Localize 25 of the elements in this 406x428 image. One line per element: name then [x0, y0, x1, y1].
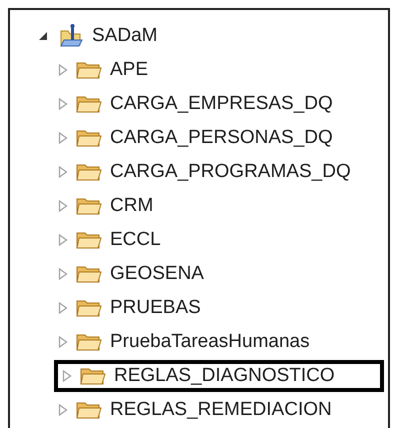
tree-item-label[interactable]: PruebaTareasHumanas	[110, 331, 310, 353]
folder-icon	[76, 196, 102, 216]
folder-icon	[76, 230, 102, 250]
folder-icon	[76, 128, 102, 148]
expand-arrow-icon[interactable]	[38, 31, 48, 41]
tree-item-label[interactable]: GEOSENA	[110, 263, 204, 285]
folder-icon	[80, 366, 106, 386]
folder-icon	[76, 162, 102, 182]
tree-item-label[interactable]: PRUEBAS	[110, 297, 201, 319]
tree-item-label[interactable]: CARGA_EMPRESAS_DQ	[110, 93, 333, 115]
folder-icon	[76, 298, 102, 318]
folder-icon	[76, 60, 102, 80]
tree-item-label[interactable]: CARGA_PERSONAS_DQ	[110, 127, 333, 149]
tree-item-label[interactable]: SADaM	[92, 25, 158, 47]
project-icon	[58, 23, 84, 49]
folder-icon	[76, 264, 102, 284]
tree-item-label[interactable]: REGLAS_REMEDIACION	[110, 399, 332, 421]
folder-icon	[76, 332, 102, 352]
tree-item-label[interactable]: CARGA_PROGRAMAS_DQ	[110, 161, 351, 183]
tree-item-label[interactable]: REGLAS_DIAGNOSTICO	[114, 365, 335, 387]
tree-item-label[interactable]: APE	[110, 59, 148, 81]
folder-icon	[76, 400, 102, 420]
tree-item-label[interactable]: ECCL	[110, 229, 161, 251]
tree-item-label[interactable]: CRM	[110, 195, 154, 217]
folder-icon	[76, 94, 102, 114]
